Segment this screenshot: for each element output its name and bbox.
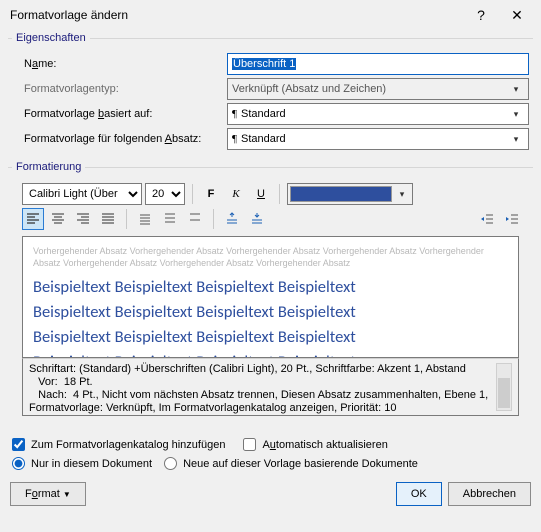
space-before-dec-button[interactable] — [246, 208, 268, 230]
line-spacing-1-button[interactable] — [134, 208, 156, 230]
next-style-label: Formatvorlage für folgenden Absatz: — [12, 133, 227, 145]
next-style-select[interactable]: ¶Standard▾ — [227, 128, 529, 150]
style-description: Schriftart: (Standard) +Überschriften (C… — [22, 358, 519, 416]
preview-pane: Vorhergehender Absatz Vorhergehender Abs… — [22, 236, 519, 358]
space-before-inc-button[interactable] — [221, 208, 243, 230]
pilcrow-icon: ¶ — [232, 108, 237, 120]
properties-group: Eigenschaften Name: Überschrift 1 Format… — [8, 32, 533, 155]
properties-legend: Eigenschaften — [12, 32, 90, 44]
increase-indent-button[interactable] — [501, 208, 523, 230]
format-menu-button[interactable]: Format ▼ — [10, 482, 86, 506]
chevron-down-icon[interactable]: ▾ — [394, 189, 410, 200]
cancel-button[interactable]: Abbrechen — [448, 482, 531, 506]
bold-button[interactable]: F — [200, 183, 222, 205]
chevron-down-icon: ▼ — [63, 490, 71, 499]
name-label: Name: — [12, 58, 227, 70]
formatting-group: Formatierung Calibri Light (Über 20 F K … — [8, 161, 533, 422]
chevron-down-icon: ▾ — [508, 84, 524, 95]
font-family-select[interactable]: Calibri Light (Über — [22, 183, 142, 205]
line-spacing-2-button[interactable] — [184, 208, 206, 230]
ok-button[interactable]: OK — [396, 482, 442, 506]
align-left-button[interactable] — [22, 208, 44, 230]
align-right-button[interactable] — [72, 208, 94, 230]
new-based-documents-radio[interactable]: Neue auf dieser Vorlage basierende Dokum… — [164, 457, 418, 470]
line-spacing-15-button[interactable] — [159, 208, 181, 230]
auto-update-checkbox[interactable]: Automatisch aktualisieren — [243, 438, 387, 451]
italic-button[interactable]: K — [225, 183, 247, 205]
align-justify-button[interactable] — [97, 208, 119, 230]
help-button[interactable]: ? — [463, 1, 499, 29]
based-on-label: Formatvorlage basiert auf: — [12, 108, 227, 120]
title-bar: Formatvorlage ändern ? ✕ — [0, 0, 541, 30]
underline-button[interactable]: U — [250, 183, 272, 205]
pilcrow-icon: ¶ — [232, 133, 237, 145]
based-on-select[interactable]: ¶Standard▾ — [227, 103, 529, 125]
only-this-document-radio[interactable]: Nur in diesem Dokument — [12, 457, 152, 470]
scrollbar[interactable] — [496, 363, 512, 411]
type-label: Formatvorlagentyp: — [12, 83, 227, 95]
formatting-legend: Formatierung — [12, 161, 85, 173]
color-swatch-icon — [290, 186, 392, 202]
decrease-indent-button[interactable] — [476, 208, 498, 230]
align-center-button[interactable] — [47, 208, 69, 230]
name-input[interactable]: Überschrift 1 — [227, 53, 529, 75]
chevron-down-icon[interactable]: ▾ — [508, 109, 524, 120]
chevron-down-icon[interactable]: ▾ — [508, 134, 524, 145]
font-size-select[interactable]: 20 — [145, 183, 185, 205]
window-title: Formatvorlage ändern — [6, 8, 463, 22]
font-color-select[interactable]: ▾ — [287, 183, 413, 205]
close-button[interactable]: ✕ — [499, 1, 535, 29]
add-to-catalog-checkbox[interactable]: Zum Formatvorlagenkatalog hinzufügen — [12, 438, 225, 451]
type-select: Verknüpft (Absatz und Zeichen)▾ — [227, 78, 529, 100]
